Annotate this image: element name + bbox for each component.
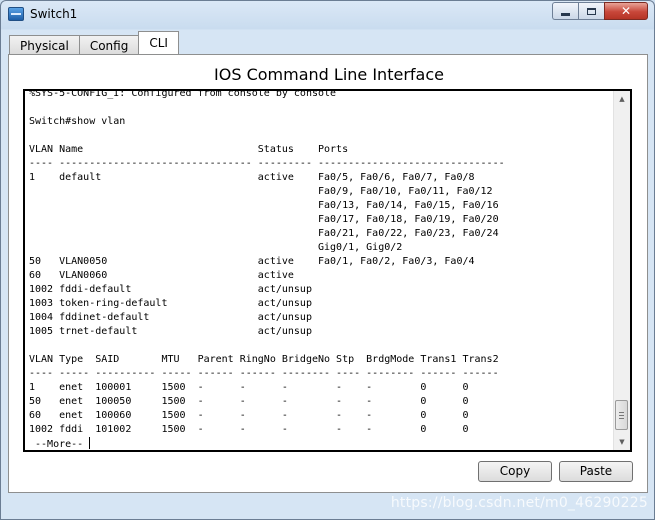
cli-panel: IOS Command Line Interface %SYS-5-CONFIG… bbox=[8, 54, 648, 493]
console-line: 1002 fddi-default act/unsup bbox=[29, 284, 312, 295]
close-button[interactable]: ✕ bbox=[604, 2, 648, 20]
grip-line bbox=[619, 418, 624, 419]
scroll-down-arrow-icon[interactable]: ▼ bbox=[614, 434, 630, 450]
console-line: Fa0/13, Fa0/14, Fa0/15, Fa0/16 bbox=[29, 200, 499, 211]
tab-strip: Physical Config CLI bbox=[9, 31, 179, 54]
text-cursor bbox=[89, 437, 91, 449]
console-line: 1 enet 100001 1500 - - - - - 0 0 bbox=[29, 382, 469, 393]
console-line: 60 VLAN0060 active bbox=[29, 270, 294, 281]
console-line: ---- ----- ---------- ----- ------ -----… bbox=[29, 368, 499, 379]
console-line: 1005 trnet-default act/unsup bbox=[29, 326, 312, 337]
console-line: Switch#show vlan bbox=[29, 116, 126, 127]
console-line: Gig0/1, Gig0/2 bbox=[29, 242, 403, 253]
console-line: %SYS-5-CONFIG_I: Configured from console… bbox=[29, 89, 337, 99]
window-title: Switch1 bbox=[30, 7, 78, 21]
more-prompt: --More-- bbox=[29, 439, 90, 450]
grip-line bbox=[619, 412, 624, 413]
console-line: Fa0/17, Fa0/18, Fa0/19, Fa0/20 bbox=[29, 214, 499, 225]
console-line: Fa0/21, Fa0/22, Fa0/23, Fa0/24 bbox=[29, 228, 499, 239]
console-line: VLAN Type SAID MTU Parent RingNo BridgeN… bbox=[29, 354, 499, 365]
tab-config[interactable]: Config bbox=[78, 35, 140, 54]
tab-physical[interactable]: Physical bbox=[9, 35, 80, 54]
switch-window: Switch1 ✕ Physical Config CLI IOS Comman… bbox=[0, 0, 655, 520]
scroll-thumb[interactable] bbox=[615, 400, 628, 430]
console-scrollbar[interactable]: ▲ ▼ bbox=[613, 91, 630, 450]
console-line: 1 default active Fa0/5, Fa0/6, Fa0/7, Fa… bbox=[29, 172, 475, 183]
console-line: 1003 token-ring-default act/unsup bbox=[29, 298, 312, 309]
scroll-up-arrow-icon[interactable]: ▲ bbox=[614, 91, 630, 107]
console-line: Fa0/9, Fa0/10, Fa0/11, Fa0/12 bbox=[29, 186, 493, 197]
cli-console[interactable]: %SYS-5-CONFIG_I: Configured from console… bbox=[23, 89, 632, 452]
console-line: ---- -------------------------------- --… bbox=[29, 158, 505, 169]
console-line: 1002 fddi 101002 1500 - - - - - 0 0 bbox=[29, 424, 469, 435]
copy-button[interactable]: Copy bbox=[478, 461, 552, 482]
title-bar[interactable]: Switch1 ✕ bbox=[1, 1, 654, 29]
watermark-text: https://blog.csdn.net/m0_46290225 bbox=[390, 495, 648, 511]
console-line: VLAN Name Status Ports bbox=[29, 144, 349, 155]
maximize-button[interactable] bbox=[578, 2, 604, 20]
console-line: 50 VLAN0050 active Fa0/1, Fa0/2, Fa0/3, … bbox=[29, 256, 475, 267]
window-controls: ✕ bbox=[552, 2, 648, 21]
minimize-button[interactable] bbox=[552, 2, 578, 20]
minimize-icon bbox=[561, 12, 570, 16]
cli-heading: IOS Command Line Interface bbox=[214, 65, 444, 84]
console-line: 60 enet 100060 1500 - - - - - 0 0 bbox=[29, 410, 469, 421]
console-line: 50 enet 100050 1500 - - - - - 0 0 bbox=[29, 396, 469, 407]
switch-app-icon bbox=[8, 7, 24, 21]
tab-cli[interactable]: CLI bbox=[138, 31, 179, 54]
console-output[interactable]: %SYS-5-CONFIG_I: Configured from console… bbox=[29, 89, 614, 450]
paste-button[interactable]: Paste bbox=[559, 461, 633, 482]
console-line: 1004 fddinet-default act/unsup bbox=[29, 312, 312, 323]
close-icon: ✕ bbox=[620, 4, 632, 18]
maximize-icon bbox=[587, 7, 596, 15]
grip-line bbox=[619, 415, 624, 416]
